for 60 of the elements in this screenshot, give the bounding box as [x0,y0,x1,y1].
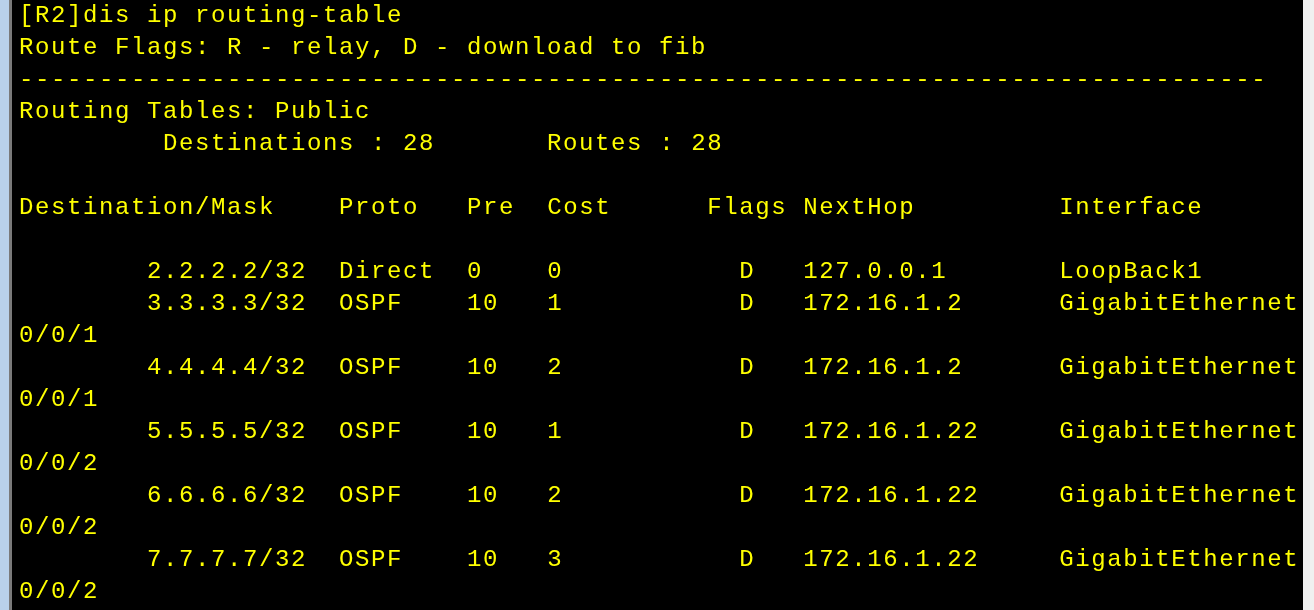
table-cell: D [739,290,756,317]
table-cell: GigabitEthernet [1059,546,1300,573]
table-cell: OSPF [339,290,404,317]
table-title: Routing Tables: Public [19,98,372,125]
table-cell: OSPF [339,482,404,509]
column-header: Interface [1059,194,1204,221]
table-cell: GigabitEthernet [1059,290,1300,317]
table-cell: 3 [547,546,564,573]
table-cell: 172.16.1.2 [803,290,964,317]
table-cell: 3.3.3.3/32 [147,290,308,317]
table-cell: 172.16.1.2 [803,354,964,381]
table-cell: 0 [547,258,564,285]
table-cell: 4.4.4.4/32 [147,354,308,381]
table-cell: 172.16.1.22 [803,418,980,445]
table-cell: GigabitEthernet [1059,354,1300,381]
table-cell: 2 [547,354,564,381]
table-cell: 1 [547,290,564,317]
table-cell: D [739,258,756,285]
table-cell: D [739,418,756,445]
table-cell: GigabitEthernet [1059,418,1300,445]
table-cell: 0/0/2 [19,514,99,541]
table-cell: 127.0.0.1 [803,258,948,285]
table-cell: 10 [467,546,500,573]
table-cell: 10 [467,418,500,445]
table-cell: 10 [467,290,500,317]
table-cell: 0/0/1 [19,322,99,349]
column-header: Pre [467,194,516,221]
table-cell: OSPF [339,546,404,573]
table-cell: D [739,354,756,381]
table-cell: 6.6.6.6/32 [147,482,308,509]
summary-text: Destinations : 28 [163,130,436,157]
table-cell: 0/0/2 [19,450,99,477]
table-cell: 5.5.5.5/32 [147,418,308,445]
flags-legend: Route Flags: R - relay, D - download to fib [19,34,708,61]
table-cell: Direct [339,258,436,285]
summary-text: Routes : 28 [547,130,724,157]
table-cell: GigabitEthernet [1059,482,1300,509]
table-cell: LoopBack1 [1059,258,1204,285]
table-cell: 172.16.1.22 [803,546,980,573]
table-cell: 10 [467,482,500,509]
table-cell: 0/0/2 [19,578,99,605]
table-cell: 7.7.7.7/32 [147,546,308,573]
table-cell: 172.16.1.22 [803,482,980,509]
command-line: [R2]dis ip routing-table [19,2,404,29]
column-header: Destination/Mask [19,194,276,221]
table-cell: D [739,546,756,573]
table-cell: 2 [547,482,564,509]
column-header: Proto [339,194,420,221]
table-cell: OSPF [339,354,404,381]
table-cell: 0 [467,258,484,285]
column-header: Flags [707,194,788,221]
table-cell: OSPF [339,418,404,445]
column-header: Cost [547,194,612,221]
table-cell: 0/0/1 [19,386,99,413]
column-header: NextHop [803,194,916,221]
table-cell: D [739,482,756,509]
table-cell: 1 [547,418,564,445]
table-cell: 2.2.2.2/32 [147,258,308,285]
table-cell: 10 [467,354,500,381]
dashed-separator: ------------------------------------------------------------------------------ [19,66,1268,93]
